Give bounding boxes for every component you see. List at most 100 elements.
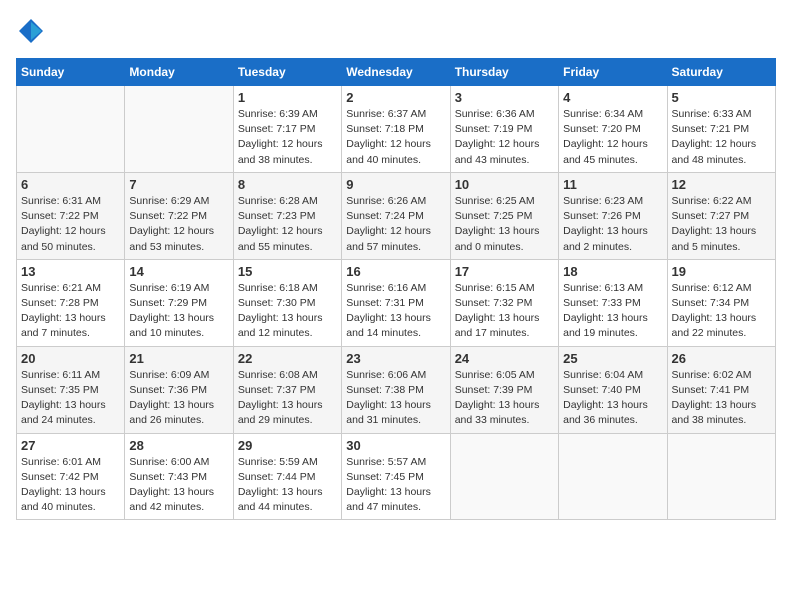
calendar-header-row: SundayMondayTuesdayWednesdayThursdayFrid… [17,59,776,86]
calendar-cell: 29 Sunrise: 5:59 AMSunset: 7:44 PMDayligh… [233,433,341,520]
calendar-cell: 26Sunrise: 6:02 AMSunset: 7:41 PMDayligh… [667,346,775,433]
calendar-cell: 1 Sunrise: 6:39 AMSunset: 7:17 PMDaylight… [233,86,341,173]
day-detail: Sunrise: 6:05 AMSunset: 7:39 PMDaylight:… [455,368,554,429]
day-number: 23 [346,351,445,366]
day-detail: Sunrise: 6:34 AMSunset: 7:20 PMDaylight:… [563,107,662,168]
day-detail: Sunrise: 6:16 AMSunset: 7:31 PMDaylight:… [346,281,445,342]
day-number: 1 [238,90,337,105]
calendar-cell: 25 Sunrise: 6:04 AMSunset: 7:40 PMDayligh… [559,346,667,433]
calendar-cell: 17 Sunrise: 6:15 AMSunset: 7:32 PMDayligh… [450,259,558,346]
calendar-cell: 11 Sunrise: 6:23 AMSunset: 7:26 PMDayligh… [559,172,667,259]
day-number: 12 [672,177,771,192]
column-header-friday: Friday [559,59,667,86]
day-number: 30 [346,438,445,453]
day-detail: Sunrise: 6:23 AMSunset: 7:26 PMDaylight:… [563,194,662,255]
calendar-cell: 28Sunrise: 6:00 AMSunset: 7:43 PMDayligh… [125,433,233,520]
day-detail: Sunrise: 6:02 AMSunset: 7:41 PMDaylight:… [672,368,771,429]
day-number: 15 [238,264,337,279]
day-detail: Sunrise: 6:28 AMSunset: 7:23 PMDaylight:… [238,194,337,255]
calendar-table: SundayMondayTuesdayWednesdayThursdayFrid… [16,58,776,520]
calendar-week-row: 1 Sunrise: 6:39 AMSunset: 7:17 PMDaylight… [17,86,776,173]
day-detail: Sunrise: 6:01 AMSunset: 7:42 PMDaylight:… [21,455,120,516]
day-detail: Sunrise: 6:00 AMSunset: 7:43 PMDaylight:… [129,455,228,516]
day-detail: Sunrise: 6:15 AMSunset: 7:32 PMDaylight:… [455,281,554,342]
day-detail: Sunrise: 6:25 AMSunset: 7:25 PMDaylight:… [455,194,554,255]
day-detail: Sunrise: 6:06 AMSunset: 7:38 PMDaylight:… [346,368,445,429]
calendar-cell: 6Sunrise: 6:31 AMSunset: 7:22 PMDaylight… [17,172,125,259]
calendar-cell: 22 Sunrise: 6:08 AMSunset: 7:37 PMDayligh… [233,346,341,433]
day-detail: Sunrise: 6:11 AMSunset: 7:35 PMDaylight:… [21,368,120,429]
calendar-cell: 8 Sunrise: 6:28 AMSunset: 7:23 PMDaylight… [233,172,341,259]
calendar-cell [450,433,558,520]
day-number: 24 [455,351,554,366]
day-detail: Sunrise: 6:37 AMSunset: 7:18 PMDaylight:… [346,107,445,168]
column-header-wednesday: Wednesday [342,59,450,86]
calendar-week-row: 6Sunrise: 6:31 AMSunset: 7:22 PMDaylight… [17,172,776,259]
calendar-cell: 14 Sunrise: 6:19 AMSunset: 7:29 PMDayligh… [125,259,233,346]
day-detail: Sunrise: 6:09 AMSunset: 7:36 PMDaylight:… [129,368,228,429]
day-number: 17 [455,264,554,279]
day-detail: Sunrise: 6:19 AMSunset: 7:29 PMDaylight:… [129,281,228,342]
day-detail: Sunrise: 6:36 AMSunset: 7:19 PMDaylight:… [455,107,554,168]
column-header-monday: Monday [125,59,233,86]
day-detail: Sunrise: 6:21 AMSunset: 7:28 PMDaylight:… [21,281,120,342]
calendar-cell: 7 Sunrise: 6:29 AMSunset: 7:22 PMDaylight… [125,172,233,259]
day-number: 29 [238,438,337,453]
day-number: 7 [129,177,228,192]
day-detail: Sunrise: 6:26 AMSunset: 7:24 PMDaylight:… [346,194,445,255]
day-detail: Sunrise: 6:18 AMSunset: 7:30 PMDaylight:… [238,281,337,342]
logo-icon [16,16,46,46]
calendar-cell: 3 Sunrise: 6:36 AMSunset: 7:19 PMDaylight… [450,86,558,173]
day-detail: Sunrise: 5:59 AMSunset: 7:44 PMDaylight:… [238,455,337,516]
calendar-cell: 9 Sunrise: 6:26 AMSunset: 7:24 PMDaylight… [342,172,450,259]
calendar-cell: 10Sunrise: 6:25 AMSunset: 7:25 PMDayligh… [450,172,558,259]
day-number: 2 [346,90,445,105]
calendar-cell: 19 Sunrise: 6:12 AMSunset: 7:34 PMDayligh… [667,259,775,346]
calendar-cell: 20Sunrise: 6:11 AMSunset: 7:35 PMDayligh… [17,346,125,433]
calendar-cell: 30 Sunrise: 5:57 AMSunset: 7:45 PMDayligh… [342,433,450,520]
calendar-cell: 18 Sunrise: 6:13 AMSunset: 7:33 PMDayligh… [559,259,667,346]
day-number: 14 [129,264,228,279]
day-number: 8 [238,177,337,192]
day-detail: Sunrise: 6:29 AMSunset: 7:22 PMDaylight:… [129,194,228,255]
day-detail: Sunrise: 6:04 AMSunset: 7:40 PMDaylight:… [563,368,662,429]
day-detail: Sunrise: 6:31 AMSunset: 7:22 PMDaylight:… [21,194,120,255]
calendar-cell: 24 Sunrise: 6:05 AMSunset: 7:39 PMDayligh… [450,346,558,433]
calendar-cell: 2 Sunrise: 6:37 AMSunset: 7:18 PMDaylight… [342,86,450,173]
day-number: 5 [672,90,771,105]
day-number: 21 [129,351,228,366]
day-number: 25 [563,351,662,366]
day-number: 22 [238,351,337,366]
day-number: 18 [563,264,662,279]
day-number: 11 [563,177,662,192]
day-detail: Sunrise: 6:39 AMSunset: 7:17 PMDaylight:… [238,107,337,168]
calendar-cell: 12Sunrise: 6:22 AMSunset: 7:27 PMDayligh… [667,172,775,259]
calendar-week-row: 13 Sunrise: 6:21 AMSunset: 7:28 PMDayligh… [17,259,776,346]
calendar-cell [667,433,775,520]
column-header-saturday: Saturday [667,59,775,86]
calendar-cell: 13 Sunrise: 6:21 AMSunset: 7:28 PMDayligh… [17,259,125,346]
calendar-week-row: 27Sunrise: 6:01 AMSunset: 7:42 PMDayligh… [17,433,776,520]
calendar-cell: 23 Sunrise: 6:06 AMSunset: 7:38 PMDayligh… [342,346,450,433]
day-number: 3 [455,90,554,105]
calendar-cell: 15 Sunrise: 6:18 AMSunset: 7:30 PMDayligh… [233,259,341,346]
calendar-cell [17,86,125,173]
day-detail: Sunrise: 6:13 AMSunset: 7:33 PMDaylight:… [563,281,662,342]
calendar-cell: 16 Sunrise: 6:16 AMSunset: 7:31 PMDayligh… [342,259,450,346]
day-number: 9 [346,177,445,192]
day-detail: Sunrise: 6:08 AMSunset: 7:37 PMDaylight:… [238,368,337,429]
logo [16,16,48,46]
day-number: 19 [672,264,771,279]
column-header-sunday: Sunday [17,59,125,86]
column-header-tuesday: Tuesday [233,59,341,86]
calendar-week-row: 20Sunrise: 6:11 AMSunset: 7:35 PMDayligh… [17,346,776,433]
day-number: 4 [563,90,662,105]
calendar-cell [559,433,667,520]
day-number: 13 [21,264,120,279]
day-number: 16 [346,264,445,279]
day-detail: Sunrise: 5:57 AMSunset: 7:45 PMDaylight:… [346,455,445,516]
day-detail: Sunrise: 6:12 AMSunset: 7:34 PMDaylight:… [672,281,771,342]
calendar-cell: 4 Sunrise: 6:34 AMSunset: 7:20 PMDaylight… [559,86,667,173]
day-detail: Sunrise: 6:33 AMSunset: 7:21 PMDaylight:… [672,107,771,168]
calendar-cell: 27Sunrise: 6:01 AMSunset: 7:42 PMDayligh… [17,433,125,520]
